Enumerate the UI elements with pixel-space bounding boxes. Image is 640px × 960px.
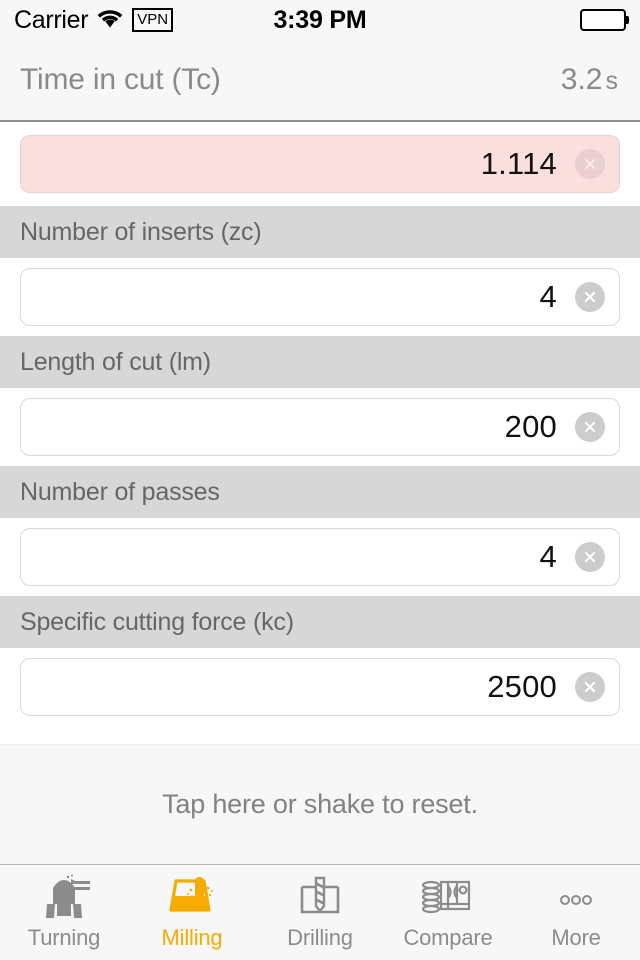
field-row-2: 200	[0, 388, 640, 466]
input-field-0[interactable]: 1.114	[20, 135, 620, 193]
field-label-2: Length of cut (lm)	[20, 347, 211, 376]
reset-hint-text: Tap here or shake to reset.	[162, 789, 478, 819]
field-label-row-2: Length of cut (lm)	[0, 336, 640, 388]
field-row-4: 2500	[0, 648, 640, 726]
input-value-1: 4	[539, 279, 557, 314]
app-root: Carrier VPN 3:39 PM Time in cut (Tc) 3.2…	[0, 0, 640, 960]
page-title: Time in cut (Tc)	[20, 63, 221, 96]
clear-circle-icon[interactable]	[575, 412, 605, 442]
tab-milling[interactable]: Milling	[128, 865, 256, 960]
input-field-2[interactable]: 200	[20, 398, 620, 456]
field-row-0: 1.114	[0, 122, 640, 206]
carrier-label: Carrier	[14, 5, 89, 34]
compare-icon	[417, 872, 479, 924]
field-row-1: 4	[0, 258, 640, 336]
tab-label-turning: Turning	[27, 925, 101, 950]
status-bar: Carrier VPN 3:39 PM	[0, 0, 640, 40]
input-value-3: 4	[539, 539, 557, 574]
result-unit: s	[605, 67, 619, 95]
tab-bar: Turning Milling Drilling Compare More	[0, 864, 640, 960]
tab-more[interactable]: More	[512, 865, 640, 960]
result-value: 3.2 s	[561, 63, 618, 97]
result-number: 3.2	[560, 63, 603, 96]
milling-icon	[163, 872, 221, 924]
status-bar-right	[580, 9, 629, 31]
vpn-badge: VPN	[132, 8, 174, 32]
reset-area[interactable]: Tap here or shake to reset.	[0, 744, 640, 864]
field-label-4: Specific cutting force (kc)	[20, 607, 294, 636]
tab-label-more: More	[551, 925, 601, 950]
tab-drilling[interactable]: Drilling	[256, 865, 384, 960]
more-dots-icon	[547, 872, 605, 924]
clear-circle-icon[interactable]	[575, 672, 605, 702]
field-label-row-4: Specific cutting force (kc)	[0, 596, 640, 648]
input-field-4[interactable]: 2500	[20, 658, 620, 716]
tab-compare[interactable]: Compare	[384, 865, 512, 960]
field-label-3: Number of passes	[20, 477, 220, 506]
input-field-3[interactable]: 4	[20, 528, 620, 586]
drilling-icon	[291, 872, 349, 924]
tab-label-milling: Milling	[161, 925, 223, 950]
turning-icon	[35, 872, 93, 924]
field-row-3: 4	[0, 518, 640, 596]
result-header: Time in cut (Tc) 3.2 s	[0, 40, 640, 122]
input-value-4: 2500	[487, 669, 557, 704]
clear-circle-icon[interactable]	[575, 149, 605, 179]
field-label-1: Number of inserts (zc)	[20, 217, 262, 246]
input-value-2: 200	[504, 409, 557, 444]
clear-circle-icon[interactable]	[575, 282, 605, 312]
status-bar-left: Carrier VPN	[14, 5, 174, 35]
input-value-0: 1.114	[480, 146, 557, 181]
field-label-row-3: Number of passes	[0, 466, 640, 518]
battery-cap	[626, 16, 629, 24]
form-area: 1.114 Number of inserts (zc) 4 Length of…	[0, 122, 640, 744]
tab-label-drilling: Drilling	[287, 925, 353, 950]
tab-label-compare: Compare	[403, 925, 493, 950]
input-field-1[interactable]: 4	[20, 268, 620, 326]
clear-circle-icon[interactable]	[575, 542, 605, 572]
tab-turning[interactable]: Turning	[0, 865, 128, 960]
wifi-icon	[97, 6, 123, 35]
battery-full-icon	[580, 9, 629, 31]
field-label-row-1: Number of inserts (zc)	[0, 206, 640, 258]
